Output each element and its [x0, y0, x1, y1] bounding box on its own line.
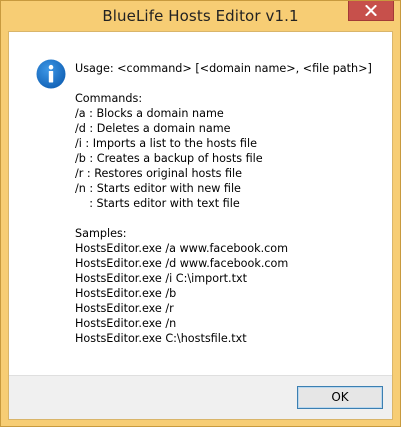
sample-line: HostsEditor.exe /b: [75, 287, 177, 300]
command-line: /a : Blocks a domain name: [75, 107, 224, 120]
window-title: BlueLife Hosts Editor v1.1: [102, 7, 299, 25]
usage-line: Usage: <command> [<domain name>, <file p…: [75, 62, 372, 75]
message-text: Usage: <command> [<domain name>, <file p…: [75, 61, 387, 346]
dialog-window: BlueLife Hosts Editor v1.1 Usage: <comma…: [0, 0, 401, 427]
close-button[interactable]: [348, 1, 394, 21]
command-line: /r : Restores original hosts file: [75, 167, 243, 180]
close-icon: [365, 5, 377, 16]
sample-line: HostsEditor.exe C:\hostsfile.txt: [75, 332, 247, 345]
sample-line: HostsEditor.exe /i C:\import.txt: [75, 272, 248, 285]
sample-line: HostsEditor.exe /r: [75, 302, 174, 315]
command-line: /d : Deletes a domain name: [75, 122, 231, 135]
ok-button[interactable]: OK: [297, 386, 383, 409]
dialog-content: Usage: <command> [<domain name>, <file p…: [8, 31, 393, 420]
command-line: : Starts editor with text file: [75, 197, 240, 210]
commands-heading: Commands:: [75, 92, 143, 105]
sample-line: HostsEditor.exe /n: [75, 317, 177, 330]
info-icon: [36, 59, 66, 89]
button-bar: OK: [9, 375, 392, 419]
sample-line: HostsEditor.exe /d www.facebook.com: [75, 257, 289, 270]
command-line: /n : Starts editor with new file: [75, 182, 241, 195]
command-line: /i : Imports a list to the hosts file: [75, 137, 257, 150]
command-line: /b : Creates a backup of hosts file: [75, 152, 263, 165]
title-bar[interactable]: BlueLife Hosts Editor v1.1: [1, 1, 400, 31]
samples-heading: Samples:: [75, 227, 127, 240]
sample-line: HostsEditor.exe /a www.facebook.com: [75, 242, 289, 255]
